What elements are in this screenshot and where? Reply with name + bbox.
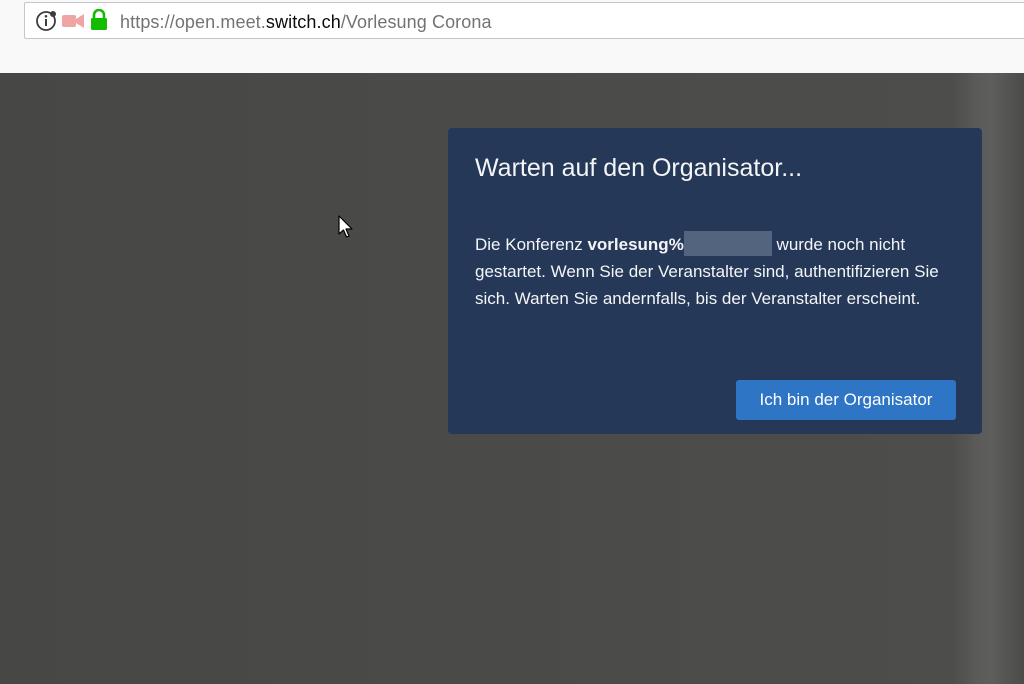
address-bar[interactable]: https://open.meet.switch.ch/Vorlesung Co…: [24, 2, 1024, 39]
dialog-title: Warten auf den Organisator...: [475, 154, 803, 182]
waiting-for-organizer-dialog: Warten auf den Organisator... Die Konfer…: [448, 128, 982, 434]
info-icon[interactable]: [35, 10, 57, 32]
lock-icon[interactable]: [90, 9, 108, 31]
camera-blocked-icon[interactable]: [62, 13, 84, 29]
url-path: /Vorlesung Corona: [340, 12, 492, 32]
i-am-organizer-button[interactable]: Ich bin der Organisator: [736, 380, 956, 420]
conference-name: vorlesung%: [587, 235, 684, 254]
url-text[interactable]: https://open.meet.switch.ch/Vorlesung Co…: [120, 12, 492, 33]
url-host: switch.ch: [265, 12, 341, 32]
redacted-text: [683, 231, 772, 256]
message-intro: Die Konferenz: [475, 235, 588, 254]
browser-toolbar: https://open.meet.switch.ch/Vorlesung Co…: [0, 0, 1024, 73]
mouse-cursor-icon: [338, 215, 353, 238]
dialog-message: Die Konferenz vorlesung% wurde noch nich…: [475, 231, 965, 312]
